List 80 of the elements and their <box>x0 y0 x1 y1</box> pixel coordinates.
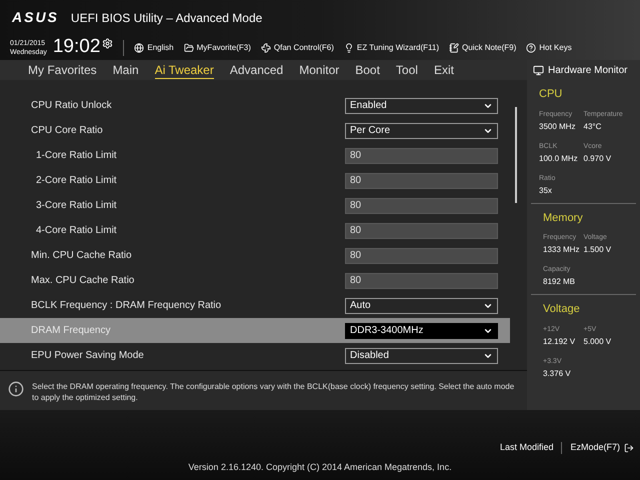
reading-value: 1333 MHz <box>543 244 580 256</box>
setting-row[interactable]: CPU Core Ratio Per Core <box>0 118 510 143</box>
logo: ASUS <box>12 8 59 27</box>
settings-icon[interactable] <box>102 38 114 49</box>
setting-label: 4-Core Ratio Limit <box>35 224 117 238</box>
folder-icon <box>184 42 194 52</box>
note-icon <box>449 42 460 52</box>
dropdown[interactable]: Auto <box>345 298 498 314</box>
dropdown[interactable]: Enabled <box>345 98 498 114</box>
toolbar-button[interactable]: Quick Note(F9) <box>449 42 516 54</box>
tab[interactable]: Ai Tweaker <box>154 62 214 78</box>
setting-row[interactable]: BCLK Frequency : DRAM Frequency Ratio Auto <box>0 293 510 318</box>
reading-value: 35x <box>539 184 553 196</box>
dropdown[interactable]: Disabled <box>345 348 498 364</box>
setting-row[interactable]: DRAM Frequency DDR3-3400MHz <box>0 318 510 343</box>
exit-icon <box>624 442 634 453</box>
ezmode-button[interactable]: EzMode(F7) <box>570 441 634 454</box>
reading-value: 8192 MB <box>543 276 576 288</box>
window-title: UEFI BIOS Utility – Advanced Mode <box>70 10 262 26</box>
tab[interactable]: Tool <box>396 62 418 78</box>
clock-time: 19:02 <box>52 35 100 60</box>
toolbar-button[interactable]: Qfan Control(F6) <box>260 42 334 54</box>
section-title: Memory <box>543 210 584 226</box>
setting-row[interactable]: 3-Core Ratio Limit 80 <box>0 193 510 218</box>
setting-row[interactable]: Min. CPU Cache Ratio 80 <box>0 243 510 268</box>
tab[interactable]: Main <box>112 62 139 78</box>
setting-row[interactable]: 1-Core Ratio Limit 80 <box>0 143 510 168</box>
version-text: Version 2.16.1240. Copyright (C) 2014 American Megatrends, Inc. <box>187 460 453 474</box>
input-field[interactable]: 80 <box>345 148 498 164</box>
reading-value: 43°C <box>584 120 602 132</box>
setting-label: 3-Core Ratio Limit <box>35 199 117 213</box>
reading-value: 100.0 MHz <box>539 152 579 164</box>
setting-row[interactable]: Max. CPU Cache Ratio 80 <box>0 268 510 293</box>
input-field[interactable]: 80 <box>345 222 498 238</box>
toolbar-button[interactable]: MyFavorite(F3) <box>184 42 251 54</box>
setting-row[interactable]: 2-Core Ratio Limit 80 <box>0 168 510 193</box>
setting-label: Min. CPU Cache Ratio <box>30 249 132 263</box>
input-field[interactable]: 80 <box>345 172 498 188</box>
last-modified-button[interactable]: Last Modified <box>500 441 554 454</box>
input-field[interactable]: 80 <box>345 248 498 264</box>
setting-label: BCLK Frequency : DRAM Frequency Ratio <box>30 299 222 313</box>
lightbulb-icon <box>344 42 354 52</box>
section-title: Voltage <box>543 302 581 317</box>
globe-icon <box>134 42 144 52</box>
dropdown[interactable]: DDR3-3400MHz <box>345 322 498 338</box>
help-icon <box>526 42 536 52</box>
help-text: Select the DRAM operating frequency. The configurable options vary with the BCLK(base clock) frequency setting. Select the auto mode to apply the optimized setting. <box>32 381 516 403</box>
fan-icon <box>260 42 271 52</box>
input-field[interactable]: 80 <box>345 272 498 288</box>
setting-row[interactable]: CPU Ratio Unlock Enabled <box>0 93 510 118</box>
reading-value: 0.970 V <box>584 152 612 164</box>
setting-row[interactable]: 4-Core Ratio Limit 80 <box>0 218 510 243</box>
setting-label: DRAM Frequency <box>30 324 110 338</box>
setting-row[interactable]: EPU Power Saving Mode Disabled <box>0 343 510 368</box>
setting-label: 1-Core Ratio Limit <box>35 149 117 163</box>
reading-value: 3500 MHz <box>539 120 576 132</box>
reading-value: 5.000 V <box>584 336 612 348</box>
reading-value: 12.192 V <box>543 336 576 348</box>
toolbar-button[interactable]: English <box>134 42 174 54</box>
reading-value: 3.376 V <box>543 368 572 380</box>
reading-value: 1.500 V <box>584 244 612 256</box>
setting-label: CPU Ratio Unlock <box>30 99 112 113</box>
setting-label: CPU Core Ratio <box>30 124 103 138</box>
tab[interactable]: Advanced <box>230 62 284 78</box>
tab[interactable]: Monitor <box>299 62 340 78</box>
toolbar-button[interactable]: EZ Tuning Wizard(F11) <box>344 42 440 54</box>
info-icon <box>8 381 24 397</box>
input-field[interactable]: 80 <box>345 198 498 214</box>
tab[interactable]: Boot <box>355 62 380 78</box>
tab[interactable]: My Favorites <box>28 62 97 78</box>
tab[interactable]: Exit <box>434 62 454 78</box>
setting-label: Max. CPU Cache Ratio <box>30 274 134 288</box>
dropdown[interactable]: Per Core <box>345 122 498 138</box>
section-title: CPU <box>539 87 564 102</box>
panel-title: Hardware Monitor <box>548 64 628 78</box>
toolbar-button[interactable]: Hot Keys <box>526 42 572 54</box>
scrollbar[interactable] <box>515 107 517 203</box>
setting-label: EPU Power Saving Mode <box>30 349 144 363</box>
setting-label: 2-Core Ratio Limit <box>35 174 117 188</box>
monitor-icon <box>533 64 544 76</box>
